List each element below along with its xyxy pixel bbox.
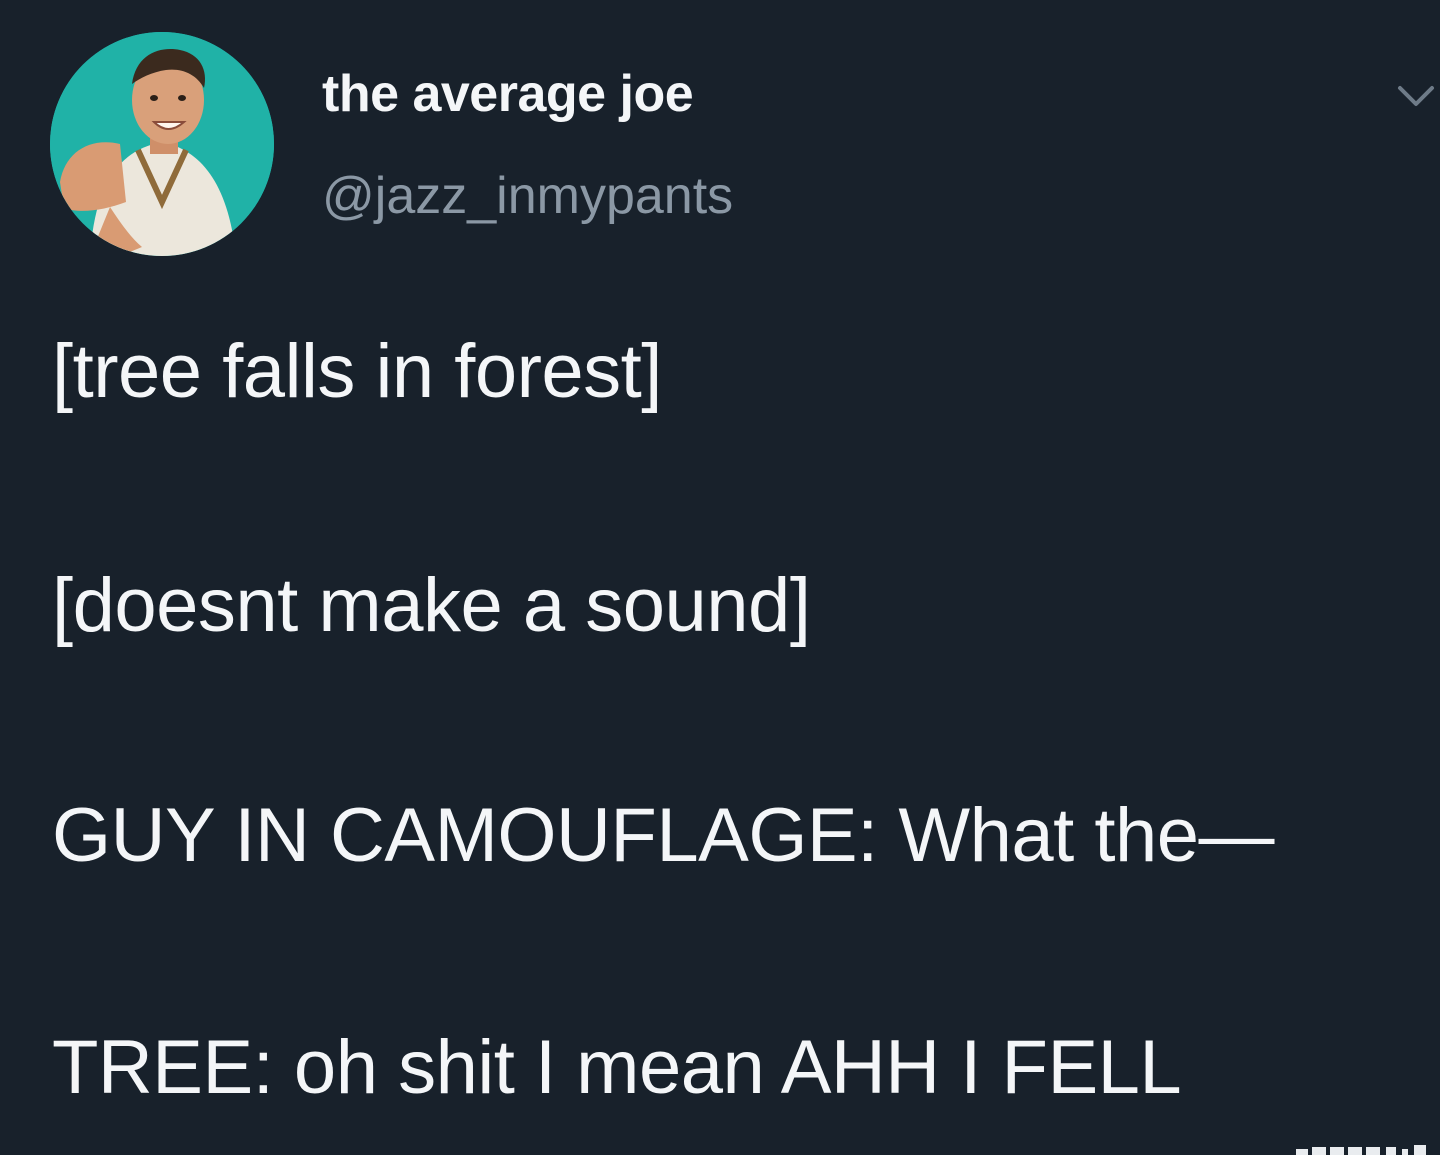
tweet-text-line: [tree falls in forest] bbox=[52, 329, 662, 414]
avatar-photo bbox=[50, 32, 274, 256]
tweet-text-line: [doesnt make a sound] bbox=[52, 563, 811, 648]
avatar[interactable] bbox=[50, 32, 274, 256]
author-handle[interactable]: @jazz_inmypants bbox=[322, 166, 733, 226]
chevron-down-icon[interactable] bbox=[1396, 80, 1436, 110]
tweet-text-line: TREE: oh shit I mean AHH I FELL bbox=[52, 1025, 1182, 1110]
author-display-name[interactable]: the average joe bbox=[322, 64, 694, 124]
tweet-card: the average joe @jazz_inmypants [tree fa… bbox=[0, 0, 1440, 1155]
tweet-text-line: GUY IN CAMOUFLAGE: What the— bbox=[52, 793, 1275, 878]
watermark-logo bbox=[1290, 1141, 1440, 1155]
